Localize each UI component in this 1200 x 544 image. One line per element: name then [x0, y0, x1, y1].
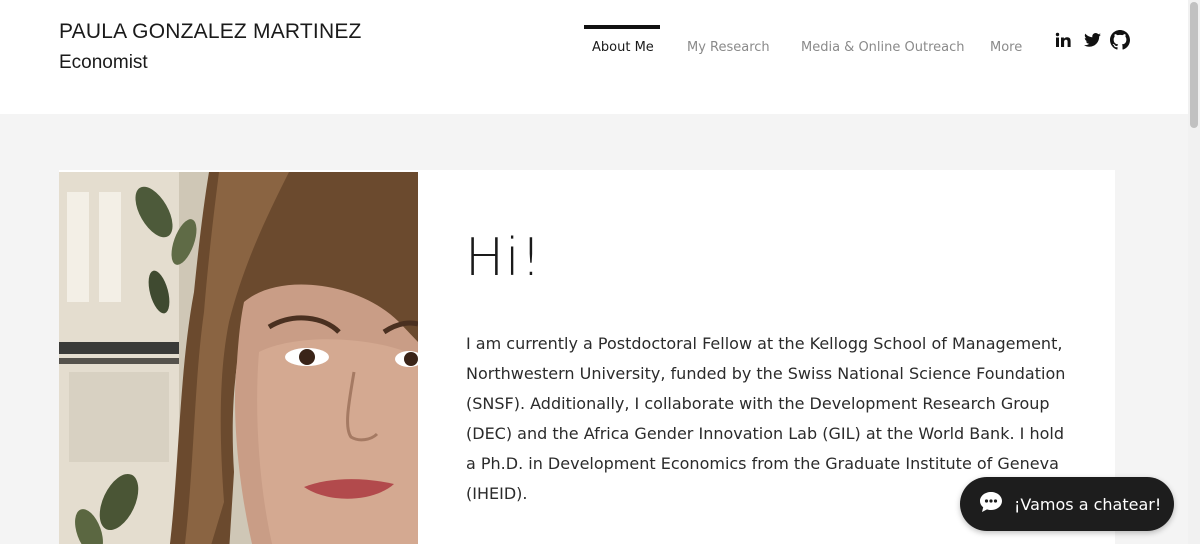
nav-item-media-outreach[interactable]: Media & Online Outreach	[801, 40, 965, 55]
site-header: PAULA GONZALEZ MARTINEZ Economist About …	[0, 0, 1200, 114]
active-nav-indicator	[584, 25, 660, 29]
site-subtitle: Economist	[59, 52, 148, 73]
twitter-icon[interactable]	[1082, 30, 1102, 50]
linkedin-icon[interactable]	[1053, 30, 1073, 50]
github-icon[interactable]	[1110, 30, 1130, 50]
nav-item-my-research[interactable]: My Research	[687, 40, 770, 55]
site-title[interactable]: PAULA GONZALEZ MARTINEZ	[59, 20, 362, 44]
greeting-heading: Hi!	[465, 228, 543, 288]
page-scrollbar[interactable]	[1188, 0, 1200, 544]
profile-photo	[59, 172, 418, 544]
chat-bubble-icon	[978, 490, 1004, 518]
nav-item-more[interactable]: More	[990, 40, 1022, 55]
scrollbar-thumb[interactable]	[1190, 2, 1198, 128]
chat-button[interactable]: ¡Vamos a chatear!	[960, 477, 1174, 531]
chat-button-label: ¡Vamos a chatear!	[1014, 494, 1162, 514]
nav-item-about-me[interactable]: About Me	[592, 40, 654, 55]
